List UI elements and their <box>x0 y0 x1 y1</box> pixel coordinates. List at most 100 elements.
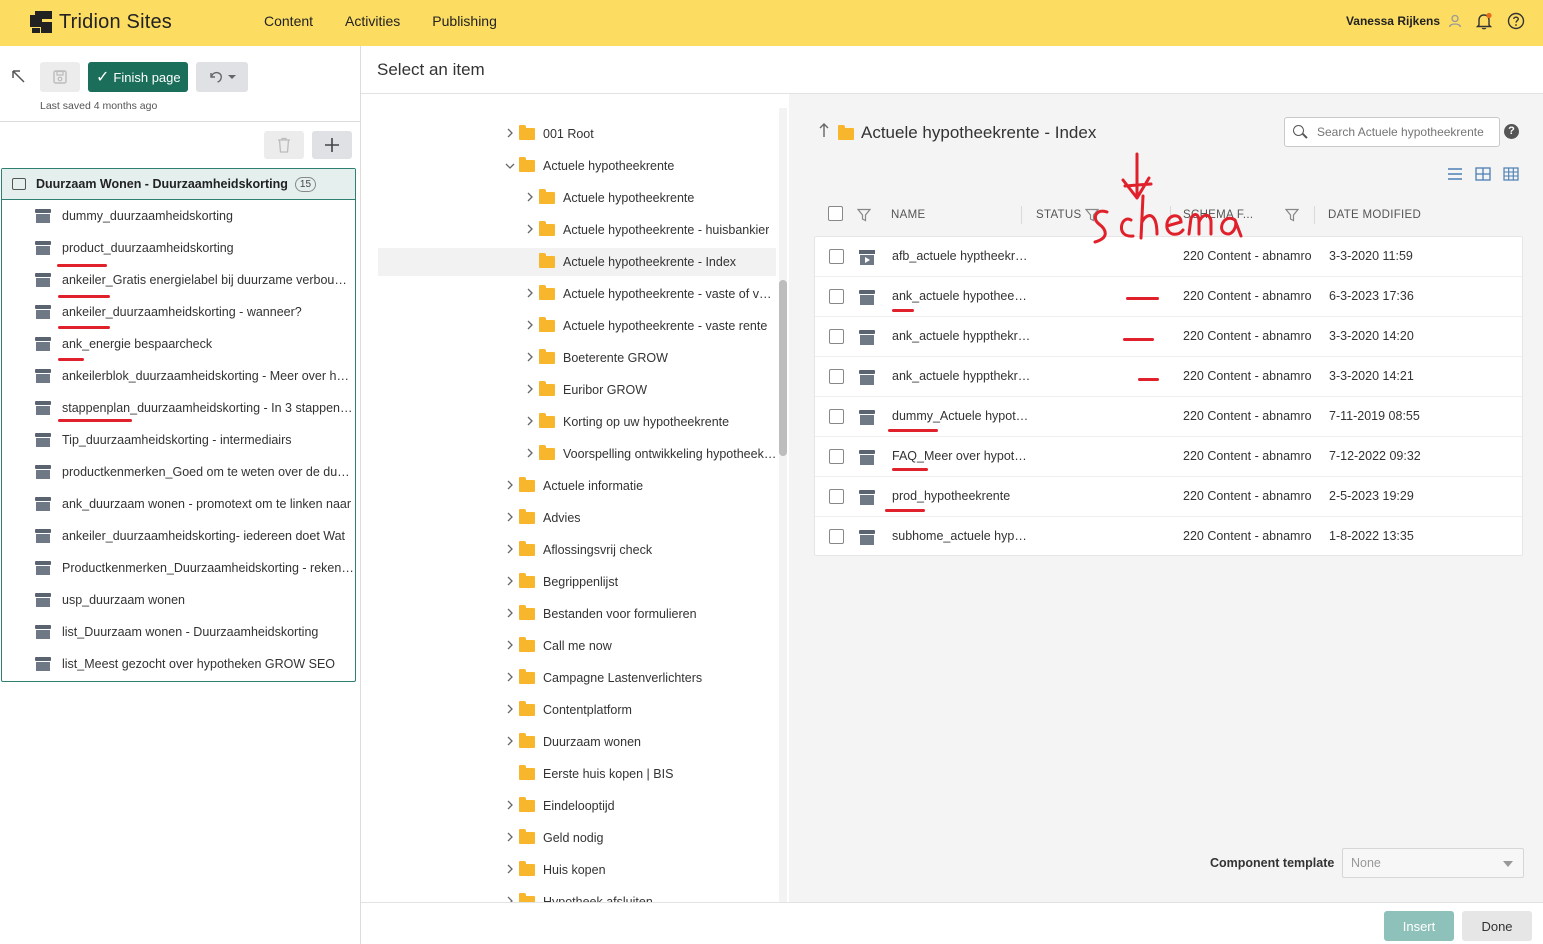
table-row[interactable]: subhome_actuele hypotheekrente 220 Conten… <box>815 517 1522 557</box>
list-item[interactable]: product_duurzaamheidskorting <box>2 232 355 264</box>
chevron-right-icon[interactable] <box>501 799 519 813</box>
delete-button[interactable] <box>264 131 304 159</box>
row-checkbox[interactable] <box>829 289 844 304</box>
finish-page-button[interactable]: ✓ Finish page <box>88 62 188 92</box>
tree-node[interactable]: Advies <box>501 504 777 532</box>
row-checkbox[interactable] <box>829 409 844 424</box>
tree-node[interactable]: 001 Root <box>501 120 777 148</box>
help-icon[interactable] <box>1505 10 1527 32</box>
filter-icon[interactable] <box>856 208 872 225</box>
component-region[interactable]: Duurzaam Wonen - Duurzaamheidskorting 15… <box>1 168 356 682</box>
nav-activities[interactable]: Activities <box>329 0 416 46</box>
row-checkbox[interactable] <box>829 449 844 464</box>
column-separator[interactable] <box>1314 206 1315 224</box>
tree-node[interactable]: Duurzaam wonen <box>501 728 777 756</box>
tree-node[interactable]: Huis kopen <box>501 856 777 884</box>
user-icon[interactable] <box>1444 10 1466 32</box>
collapse-arrow-icon[interactable] <box>10 68 26 89</box>
list-item[interactable]: list_Duurzaam wonen - Duurzaamheidskorti… <box>2 616 355 648</box>
row-checkbox[interactable] <box>829 249 844 264</box>
chevron-right-icon[interactable] <box>501 735 519 749</box>
tree-node[interactable]: Campagne Lastenverlichters <box>501 664 777 692</box>
list-item[interactable]: ankeiler_duurzaamheidskorting - wanneer? <box>2 296 355 328</box>
tree-node[interactable]: Actuele hypotheekrente - vaste of variab… <box>521 280 777 308</box>
schema-filter-icon[interactable] <box>1284 208 1300 225</box>
tree-node[interactable]: Boeterente GROW <box>521 344 777 372</box>
grid-view-icon[interactable] <box>1503 167 1519 181</box>
chevron-right-icon[interactable] <box>521 223 539 237</box>
row-checkbox[interactable] <box>829 529 844 544</box>
chevron-right-icon[interactable] <box>501 863 519 877</box>
list-item[interactable]: productkenmerken_Goed om te weten over d… <box>2 456 355 488</box>
chevron-right-icon[interactable] <box>501 575 519 589</box>
chevron-right-icon[interactable] <box>501 607 519 621</box>
chevron-right-icon[interactable] <box>501 895 519 902</box>
done-button[interactable]: Done <box>1462 911 1532 941</box>
chevron-right-icon[interactable] <box>521 383 539 397</box>
list-item[interactable]: ank_energie bespaarcheck <box>2 328 355 360</box>
list-item[interactable]: ankeiler_duurzaamheidskorting- iedereen … <box>2 520 355 552</box>
row-checkbox[interactable] <box>829 369 844 384</box>
chevron-right-icon[interactable] <box>501 639 519 653</box>
column-status[interactable]: STATUS <box>1036 209 1081 221</box>
tree-node[interactable]: Actuele hypotheekrente - huisbankier <box>521 216 777 244</box>
column-separator[interactable] <box>1021 206 1022 224</box>
column-date-modified[interactable]: DATE MODIFIED <box>1328 209 1421 221</box>
tree-scrollbar-thumb[interactable] <box>779 280 787 456</box>
table-row[interactable]: FAQ_Meer over hypotheekrente 220 Content … <box>815 437 1522 477</box>
list-item[interactable]: usp_duurzaam wonen <box>2 584 355 616</box>
chevron-right-icon[interactable] <box>521 287 539 301</box>
tree-node[interactable]: Actuele informatie <box>501 472 777 500</box>
user-name[interactable]: Vanessa Rijkens <box>1346 14 1440 28</box>
nav-content[interactable]: Content <box>248 0 329 46</box>
table-row[interactable]: ank_actuele hyppthekrente 220 Content - a… <box>815 357 1522 397</box>
list-item[interactable]: dummy_duurzaamheidskorting <box>2 200 355 232</box>
list-item[interactable]: ankeiler_Gratis energielabel bij duurzam… <box>2 264 355 296</box>
list-item[interactable]: ank_duurzaam wonen - promotext om te lin… <box>2 488 355 520</box>
tree-node[interactable]: Eindelooptijd <box>501 792 777 820</box>
list-item[interactable]: Tip_duurzaamheidskorting - intermediairs <box>2 424 355 456</box>
chevron-right-icon[interactable] <box>501 671 519 685</box>
chevron-right-icon[interactable] <box>521 191 539 205</box>
tree-node[interactable]: Contentplatform <box>501 696 777 724</box>
tree-node[interactable]: Actuele hypotheekrente <box>501 152 777 180</box>
search-box[interactable] <box>1284 117 1500 147</box>
tree-node[interactable]: Hypotheek afsluiten <box>501 888 777 902</box>
list-item[interactable]: stappenplan_duurzaamheidskorting - In 3 … <box>2 392 355 424</box>
save-button[interactable] <box>40 62 80 92</box>
chevron-right-icon[interactable] <box>521 447 539 461</box>
row-checkbox[interactable] <box>829 329 844 344</box>
help-icon[interactable]: ? <box>1504 124 1519 139</box>
tree-node[interactable]: Bestanden voor formulieren <box>501 600 777 628</box>
table-row[interactable]: ank_actuele hypotheekrente 220 Content - … <box>815 277 1522 317</box>
navigate-up-icon[interactable] <box>818 122 830 143</box>
tree-node[interactable]: Actuele hypotheekrente <box>521 184 777 212</box>
nav-publishing[interactable]: Publishing <box>416 0 513 46</box>
tree-node[interactable]: Aflossingsvrij check <box>501 536 777 564</box>
chevron-right-icon[interactable] <box>521 319 539 333</box>
chevron-right-icon[interactable] <box>501 127 519 141</box>
insert-button[interactable]: Insert <box>1384 911 1454 941</box>
chevron-right-icon[interactable] <box>501 543 519 557</box>
tree-node[interactable]: Actuele hypotheekrente - vaste rente <box>521 312 777 340</box>
list-item[interactable]: ankeilerblok_duurzaamheidskorting - Meer… <box>2 360 355 392</box>
tree-node[interactable]: Euribor GROW <box>521 376 777 404</box>
chevron-right-icon[interactable] <box>521 415 539 429</box>
app-logo[interactable]: Tridion Sites <box>30 9 172 35</box>
undo-button[interactable] <box>196 62 248 92</box>
column-name[interactable]: NAME <box>891 209 925 221</box>
list-item[interactable]: list_Meest gezocht over hypotheken GROW … <box>2 648 355 680</box>
tree-node[interactable]: Voorspelling ontwikkeling hypotheekrente <box>521 440 777 468</box>
tree-node[interactable]: Call me now <box>501 632 777 660</box>
tree-node[interactable]: Geld nodig <box>501 824 777 852</box>
chevron-right-icon[interactable] <box>501 511 519 525</box>
chevron-right-icon[interactable] <box>501 703 519 717</box>
tree-node[interactable]: Eerste huis kopen | BIS <box>501 760 777 788</box>
tree-scrollbar-track[interactable] <box>779 108 787 902</box>
chevron-right-icon[interactable] <box>521 351 539 365</box>
chevron-right-icon[interactable] <box>501 831 519 845</box>
chevron-right-icon[interactable] <box>501 479 519 493</box>
component-template-select[interactable]: None <box>1342 848 1524 878</box>
chevron-down-icon[interactable] <box>501 159 519 173</box>
table-row[interactable]: ank_actuele hyppthekrente 220 Content - a… <box>815 317 1522 357</box>
